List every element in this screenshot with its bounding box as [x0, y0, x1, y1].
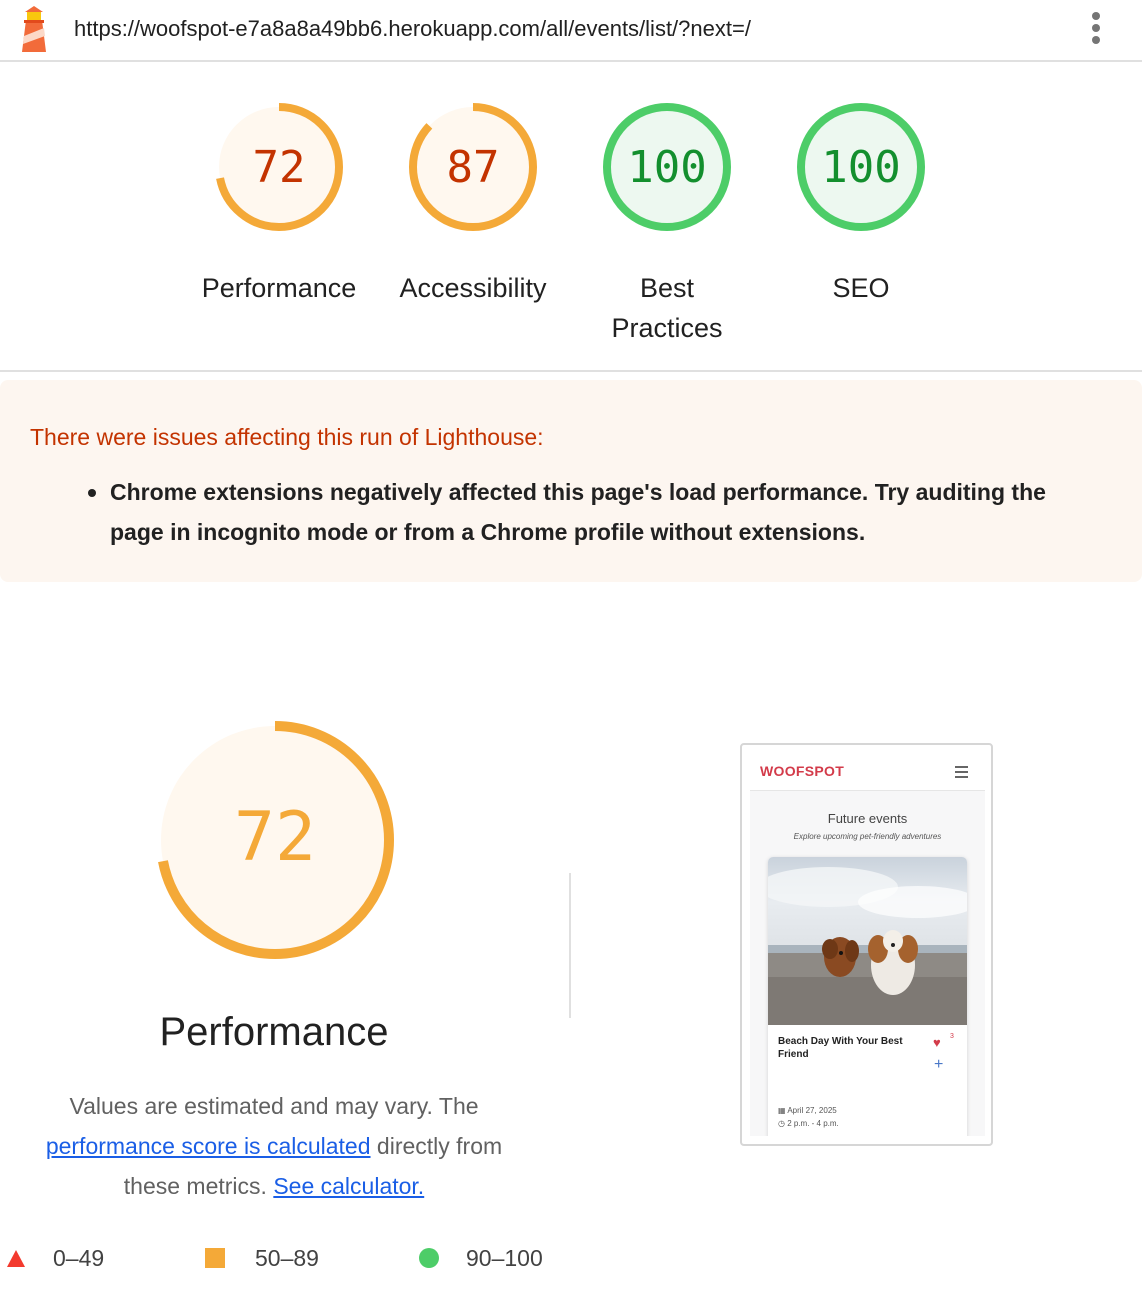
- thumb-event-title: Beach Day With Your Best Friend: [778, 1036, 903, 1060]
- desc-text: Values are estimated and may vary. The: [69, 1093, 479, 1119]
- warning-item: Chrome extensions negatively affected th…: [88, 472, 1100, 552]
- red-triangle-icon: [7, 1250, 25, 1267]
- legend-range: 50–89: [255, 1244, 319, 1271]
- thumb-event-date: ▦ April 27, 2025: [778, 1106, 837, 1115]
- gauge-ring: 87: [409, 103, 537, 231]
- gauge-accessibility[interactable]: 87 Accessibility: [388, 102, 558, 308]
- warning-list: Chrome extensions negatively affected th…: [88, 472, 1100, 552]
- thumb-event-card: Beach Day With Your Best Friend ♥ 3 + ▦ …: [768, 857, 967, 1136]
- gauge-score: 87: [447, 142, 500, 193]
- page-url: https://woofspot-e7a8a8a49bb6.herokuapp.…: [74, 16, 751, 41]
- orange-square-icon: [205, 1248, 225, 1268]
- gauge-label: Accessibility: [399, 273, 547, 303]
- score-calculated-link[interactable]: performance score is calculated: [46, 1133, 371, 1159]
- divider: [569, 873, 571, 1018]
- url-bar: https://woofspot-e7a8a8a49bb6.herokuapp.…: [0, 0, 1142, 62]
- thumb-navbar: WOOFSPOT: [750, 751, 985, 791]
- thumb-page-title: Future events: [827, 811, 908, 826]
- runtime-warning: There were issues affecting this run of …: [0, 380, 1142, 582]
- gauge-label: SEO: [832, 273, 890, 303]
- gauge-best-practices[interactable]: 100 Best Practices: [582, 102, 752, 348]
- time-text: 2 p.m. - 4 p.m.: [787, 1119, 839, 1128]
- hamburger-icon: [955, 766, 968, 781]
- heart-icon: ♥: [933, 1035, 941, 1050]
- legend-fail: 0–49: [6, 1236, 104, 1280]
- performance-gauge-large: 72: [156, 721, 394, 959]
- gauge-ring: 100: [797, 103, 925, 231]
- final-screenshot[interactable]: WOOFSPOT Future events Explore upcoming …: [740, 743, 993, 1146]
- date-text: April 27, 2025: [787, 1106, 837, 1115]
- green-circle-icon: [419, 1248, 439, 1268]
- gauge-label: Best Practices: [611, 273, 723, 343]
- performance-description: Values are estimated and may vary. The p…: [24, 1086, 524, 1206]
- warning-heading: There were issues affecting this run of …: [30, 424, 544, 450]
- thumb-brand: WOOFSPOT: [760, 763, 845, 779]
- gauge-label: Performance: [201, 273, 357, 303]
- thumb-page-subtitle: Explore upcoming pet-friendly adventures: [793, 832, 942, 841]
- see-calculator-link[interactable]: See calculator.: [273, 1173, 424, 1199]
- gauge-ring: 100: [603, 103, 731, 231]
- legend-range: 90–100: [466, 1244, 543, 1271]
- gauge-ring: 72: [215, 103, 343, 231]
- performance-score: 72: [234, 798, 316, 877]
- clock-icon: ◷: [778, 1119, 788, 1128]
- thumb-event-time: ◷ 2 p.m. - 4 p.m.: [778, 1119, 839, 1128]
- more-options-icon[interactable]: [1084, 12, 1108, 48]
- performance-title: Performance: [159, 1010, 389, 1054]
- calendar-icon: ▦: [778, 1106, 788, 1115]
- gauge-seo[interactable]: 100 SEO: [776, 102, 946, 308]
- legend-average: 50–89: [205, 1236, 319, 1280]
- gauge-performance[interactable]: 72 Performance: [194, 102, 364, 308]
- score-gauges: 72 Performance 87 Accessibility 100 Best…: [0, 62, 1142, 372]
- dogs-on-beach-image: [768, 857, 967, 1025]
- gauge-score: 72: [253, 142, 306, 193]
- plus-icon: +: [934, 1056, 944, 1073]
- lighthouse-logo-icon: [22, 6, 46, 52]
- legend-range: 0–49: [53, 1244, 105, 1271]
- gauge-score: 100: [627, 142, 706, 193]
- likes-count: 3: [950, 1033, 954, 1040]
- score-legend: 0–49 50–89 90–100: [0, 1236, 1142, 1280]
- legend-pass: 90–100: [418, 1236, 543, 1280]
- gauge-score: 100: [821, 142, 900, 193]
